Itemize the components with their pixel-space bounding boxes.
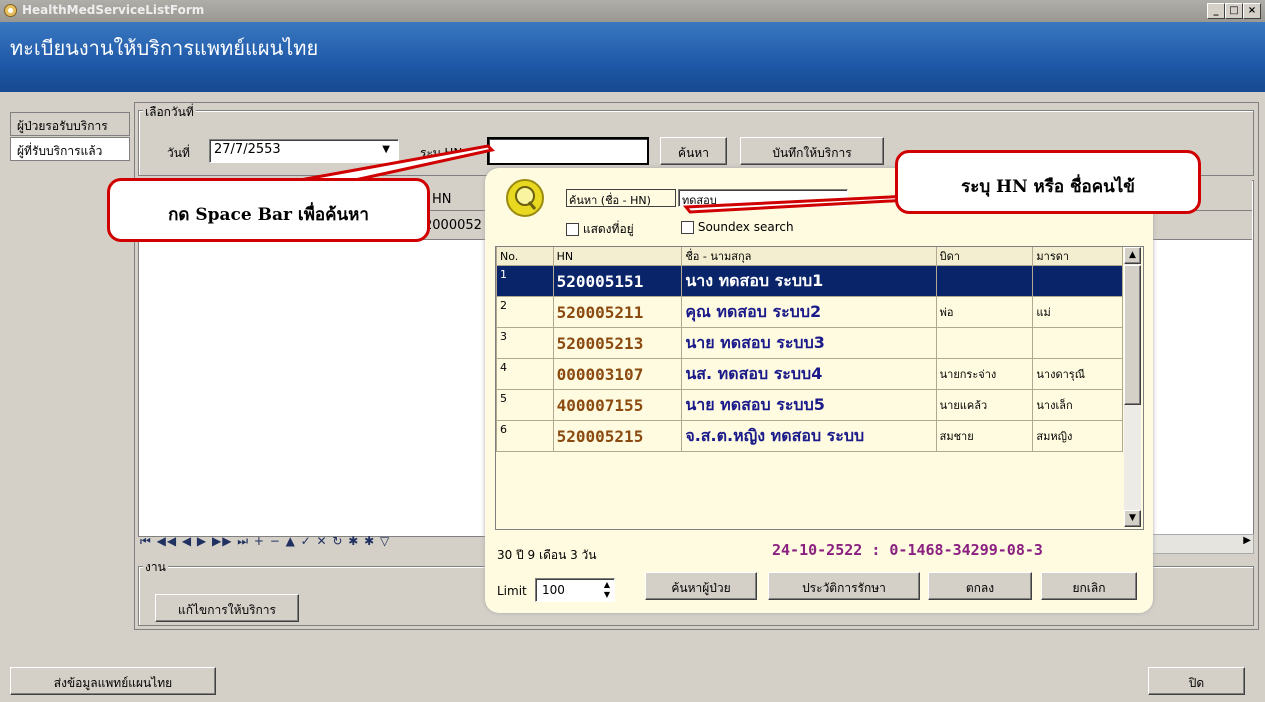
table-row[interactable]: 5 400007155 นาย ทดสอบ ระบบ5 นายแคล้ว นาง… <box>496 389 1123 421</box>
close-icon[interactable]: × <box>1243 3 1261 19</box>
soundex-checkbox[interactable] <box>681 221 694 234</box>
limit-value: 100 <box>542 583 565 597</box>
show-address-checkbox[interactable] <box>566 223 579 236</box>
minimize-icon[interactable]: _ <box>1207 3 1225 19</box>
spacebar-callout: กด Space Bar เพื่อค้นหา <box>107 178 430 242</box>
date-group-legend: เลือกวันที่ <box>143 103 196 122</box>
row-hn: 520005211 <box>552 296 683 328</box>
close-button[interactable]: ปิด <box>1148 667 1245 695</box>
row-name: นส. ทดสอบ ระบบ4 <box>681 358 937 390</box>
table-row[interactable]: 2 520005211 คุณ ทดสอบ ระบบ2 พ่อ แม่ <box>496 296 1123 328</box>
age-text: 30 ปี 9 เดือน 3 วัน <box>497 548 597 562</box>
row-mother: แม่ <box>1032 296 1123 328</box>
title-bar: HealthMedServiceListForm _ □ × <box>0 0 1265 22</box>
row-name: จ.ส.ต.หญิง ทดสอบ ระบบ <box>681 420 937 452</box>
col-mother: มารดา <box>1032 246 1123 266</box>
row-mother: นางดารุณี <box>1032 358 1123 390</box>
col-father: บิดา <box>935 246 1034 266</box>
grid-hn-partial: 2000052 <box>424 218 482 233</box>
row-mother: สมหญิง <box>1032 420 1123 452</box>
row-name: คุณ ทดสอบ ระบบ2 <box>681 296 937 328</box>
row-father: นายแคล้ว <box>935 389 1034 421</box>
row-mother: นางเล็ก <box>1032 389 1123 421</box>
work-group-legend: งาน <box>143 558 168 577</box>
row-mother <box>1032 265 1123 297</box>
soundex-label: Soundex search <box>697 220 794 234</box>
hn-label: ระบุ HN <box>420 146 463 160</box>
scroll-up-icon[interactable]: ▲ <box>1124 247 1141 264</box>
find-patient-button[interactable]: ค้นหาผู้ป่วย <box>645 572 757 600</box>
cancel-button[interactable]: ยกเลิก <box>1041 572 1137 600</box>
row-father: นายกระจ่าง <box>935 358 1034 390</box>
form-header: ทะเบียนงานให้บริการแพทย์แผนไทย <box>0 22 1265 92</box>
show-address-label: แสดงที่อยู่ <box>582 222 634 236</box>
table-header-row: No. HN ชื่อ - นามสกุล บิดา มารดา <box>496 246 1123 266</box>
treatment-history-button[interactable]: ประวัติการรักษา <box>768 572 920 600</box>
maximize-icon[interactable]: □ <box>1225 3 1243 19</box>
page-title: ทะเบียนงานให้บริการแพทย์แผนไทย <box>10 36 319 60</box>
col-hn: HN <box>552 246 683 266</box>
row-no: 5 <box>496 389 554 421</box>
date-value: 27/7/2553 <box>214 142 281 157</box>
row-name: นาย ทดสอบ ระบบ5 <box>681 389 937 421</box>
row-mother <box>1032 327 1123 359</box>
patient-table: No. HN ชื่อ - นามสกุล บิดา มารดา 1 52000… <box>496 246 1123 452</box>
tab-waiting[interactable]: ผู้ป่วยรอรับบริการ <box>10 112 130 136</box>
app-icon <box>3 3 18 18</box>
grid-navigator[interactable]: ⏮ ◀◀ ◀ ▶ ▶▶ ⏭ + − ▲ ✓ ✕ ↻ ✱ ✱ ▽ <box>140 534 450 552</box>
magnifier-icon <box>505 178 545 218</box>
stepper-arrows-icon[interactable]: ▲ ▼ <box>604 580 610 600</box>
row-father <box>935 327 1034 359</box>
birth-info: 24-10-2522 : 0-1468-34299-08-3 <box>772 541 1043 559</box>
row-hn: 000003107 <box>552 358 683 390</box>
search-button[interactable]: ค้นหา <box>660 137 727 165</box>
row-name: นาง ทดสอบ ระบบ1 <box>681 265 937 297</box>
horizontal-scrollbar[interactable]: ▶ <box>1140 534 1254 554</box>
edit-service-button[interactable]: แก้ไขการให้บริการ <box>155 594 299 622</box>
table-row[interactable]: 1 520005151 นาง ทดสอบ ระบบ1 <box>496 265 1123 297</box>
table-row[interactable]: 4 000003107 นส. ทดสอบ ระบบ4 นายกระจ่าง น… <box>496 358 1123 390</box>
row-father: สมชาย <box>935 420 1034 452</box>
grid-col-hn: HN <box>432 192 452 207</box>
scroll-thumb[interactable] <box>1124 265 1141 405</box>
vertical-scrollbar[interactable]: ▲ ▼ <box>1124 247 1141 527</box>
date-dropdown[interactable]: 27/7/2553 ▼ <box>209 139 399 163</box>
row-father <box>935 265 1034 297</box>
limit-label: Limit <box>497 584 527 598</box>
tab-served[interactable]: ผู้ที่รับบริการแล้ว <box>10 137 130 161</box>
chevron-down-icon: ▼ <box>382 144 390 155</box>
row-father: พ่อ <box>935 296 1034 328</box>
send-data-button[interactable]: ส่งข้อมูลแพทย์แผนไทย <box>10 667 216 695</box>
row-hn: 520005151 <box>552 265 683 297</box>
row-hn: 400007155 <box>552 389 683 421</box>
date-label: วันที่ <box>167 146 190 160</box>
row-no: 3 <box>496 327 554 359</box>
table-row[interactable]: 6 520005215 จ.ส.ต.หญิง ทดสอบ ระบบ สมชาย … <box>496 420 1123 452</box>
row-no: 4 <box>496 358 554 390</box>
scroll-down-icon[interactable]: ▼ <box>1124 510 1141 527</box>
row-no: 2 <box>496 296 554 328</box>
col-name: ชื่อ - นามสกุล <box>681 246 937 266</box>
ok-button[interactable]: ตกลง <box>928 572 1032 600</box>
window-title: HealthMedServiceListForm <box>22 3 205 17</box>
table-row[interactable]: 3 520005213 นาย ทดสอบ ระบบ3 <box>496 327 1123 359</box>
search-label: ค้นหา (ชื่อ - HN) <box>566 189 676 207</box>
row-name: นาย ทดสอบ ระบบ3 <box>681 327 937 359</box>
hn-hint-callout: ระบุ HN หรือ ชื่อคนไข้ <box>895 150 1201 214</box>
row-hn: 520005213 <box>552 327 683 359</box>
record-service-button[interactable]: บันทึกให้บริการ <box>740 137 884 165</box>
show-address-option[interactable]: แสดงที่อยู่ <box>566 220 634 239</box>
soundex-option[interactable]: Soundex search <box>681 220 794 234</box>
row-hn: 520005215 <box>552 420 683 452</box>
limit-stepper[interactable]: 100 ▲ ▼ <box>535 578 615 602</box>
name-search-input[interactable]: ทดสอบ <box>678 189 848 207</box>
hn-input[interactable] <box>487 137 649 165</box>
col-no: No. <box>496 246 554 266</box>
row-no: 1 <box>496 265 554 297</box>
row-no: 6 <box>496 420 554 452</box>
